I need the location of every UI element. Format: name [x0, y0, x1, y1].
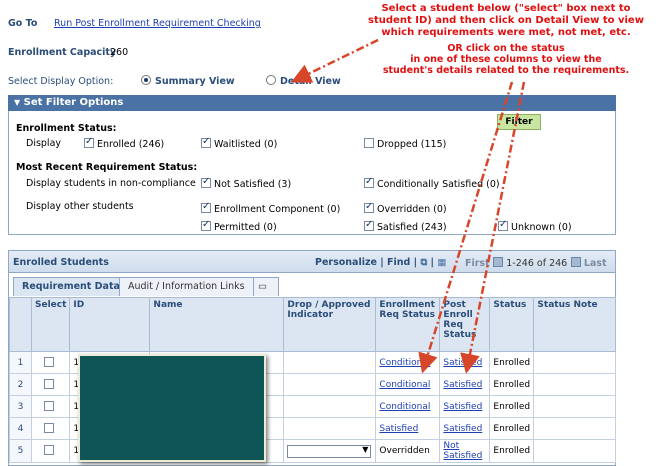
arrow-to-detail-view	[291, 38, 379, 83]
arrow-to-enroll-req-column	[418, 81, 514, 374]
arrow-to-post-req-column	[460, 81, 526, 374]
callout-arrows	[291, 38, 526, 374]
